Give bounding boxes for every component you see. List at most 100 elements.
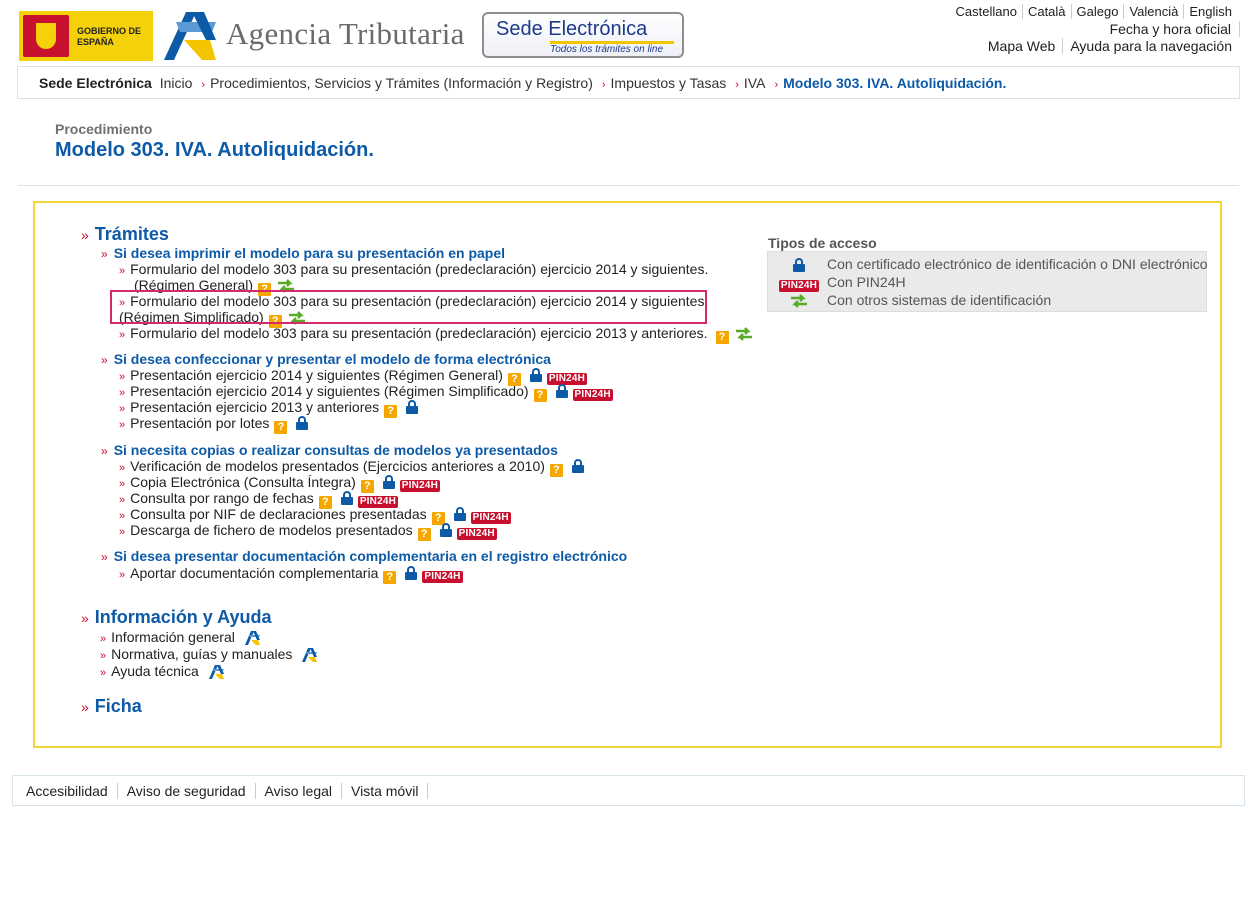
bullet-icon: » — [81, 699, 89, 715]
aeat-logo-icon[interactable] — [162, 10, 218, 62]
legend-icon-cell: PIN24H — [776, 274, 822, 292]
item-label: Presentación ejercicio 2013 y anteriores — [130, 399, 380, 415]
bullet-icon: » — [101, 550, 108, 564]
section-ficha[interactable]: » Ficha — [81, 696, 142, 717]
help-icon[interactable]: ? — [715, 331, 729, 344]
breadcrumb-separator-icon: › — [774, 79, 779, 91]
list-item-ayuda-tecnica[interactable]: » Ayuda técnica — [100, 663, 224, 681]
mapa-web-link[interactable]: Mapa Web — [980, 38, 1064, 54]
bullet-icon: » — [119, 526, 126, 538]
other-systems-icon[interactable] — [734, 327, 754, 341]
pin24h-badge[interactable]: PIN24H — [572, 389, 613, 401]
legend-label: Con PIN24H — [827, 274, 906, 290]
group-title-text: Si desea confeccionar y presentar el mod… — [113, 351, 551, 367]
bullet-icon: » — [119, 419, 126, 431]
bullet-icon: » — [119, 329, 126, 341]
lock-icon[interactable] — [405, 566, 418, 580]
site-footer: Accesibilidad Aviso de seguridad Aviso leg… — [12, 775, 1245, 806]
lock-icon[interactable] — [296, 416, 309, 430]
section-informacion-ayuda[interactable]: » Información y Ayuda — [81, 607, 272, 628]
breadcrumb-current: Modelo 303. IVA. Autoliquidación. — [783, 75, 1007, 91]
help-icon[interactable]: ? — [417, 528, 431, 541]
item-label: Información general — [111, 629, 235, 645]
lock-icon[interactable] — [571, 459, 584, 473]
highlight-box — [110, 290, 707, 324]
lock-icon[interactable] — [529, 368, 542, 382]
item-label: Consulta por NIF de declaraciones presen… — [130, 506, 427, 522]
breadcrumb-iva[interactable]: IVA — [744, 75, 766, 91]
item-label: Presentación ejercicio 2014 y siguientes… — [130, 367, 503, 383]
group-imprimir-title: » Si desea imprimir el modelo para su pre… — [101, 245, 505, 261]
help-icon[interactable]: ? — [383, 571, 397, 584]
breadcrumb-procedimientos[interactable]: Procedimientos, Servicios y Trámites (In… — [210, 75, 593, 91]
pin24h-badge[interactable]: PIN24H — [456, 528, 497, 540]
list-item-presentacion-lotes[interactable]: » Presentación por lotes? — [119, 415, 309, 434]
bullet-icon: » — [101, 353, 108, 367]
legend-icon-cell — [776, 256, 822, 272]
lock-icon[interactable] — [439, 523, 452, 537]
bullet-icon: » — [119, 478, 126, 490]
pin24h-badge[interactable]: PIN24H — [422, 571, 463, 583]
other-systems-icon — [791, 294, 807, 308]
list-item-aportar-documentacion[interactable]: » Aportar documentación complementaria? PI… — [119, 565, 463, 584]
item-label: Presentación ejercicio 2014 y siguientes… — [130, 383, 529, 399]
coat-of-arms-icon — [23, 15, 69, 57]
gobierno-label: GOBIERNO DE ESPAÑA — [77, 26, 142, 47]
page-kicker: Procedimiento — [55, 121, 153, 137]
lock-icon[interactable] — [340, 491, 353, 505]
item-label: Aportar documentación complementaria — [130, 565, 379, 581]
lang-galego[interactable]: Galego — [1071, 4, 1125, 19]
footer-vista-movil[interactable]: Vista móvil — [342, 783, 429, 799]
legend-icon-cell — [776, 292, 822, 308]
lock-icon[interactable] — [382, 475, 395, 489]
help-icon[interactable]: ? — [274, 421, 288, 434]
gobierno-logo[interactable]: GOBIERNO DE ESPAÑA — [19, 11, 153, 61]
help-icon[interactable]: ? — [384, 405, 398, 418]
lock-icon[interactable] — [453, 507, 466, 521]
tipos-acceso-title: Tipos de acceso — [768, 235, 877, 251]
legend-label: Con certificado electrónico de identific… — [827, 256, 1208, 272]
footer-aviso-legal[interactable]: Aviso legal — [255, 783, 342, 799]
item-label: Formulario del modelo 303 para su presen… — [130, 325, 708, 341]
item-label: Presentación por lotes — [130, 415, 270, 431]
sede-electronica-logo[interactable]: Sede Electrónica Todos los trámites on l… — [482, 12, 684, 58]
utility-links: Mapa Web Ayuda para la navegación — [980, 38, 1232, 54]
group-title-text: Si desea presentar documentación complem… — [113, 548, 628, 564]
group-documentacion-title: » Si desea presentar documentación comple… — [101, 548, 627, 564]
lang-castellano[interactable]: Castellano — [950, 4, 1023, 19]
agencia-title[interactable]: Agencia Tributaria — [226, 16, 465, 52]
item-label: Formulario del modelo 303 para su presen… — [130, 261, 709, 277]
help-icon[interactable]: ? — [533, 389, 547, 402]
help-icon[interactable]: ? — [549, 464, 563, 477]
bullet-icon: » — [119, 569, 126, 581]
lang-valencia[interactable]: Valencià — [1124, 4, 1185, 19]
fecha-hora-link[interactable]: Fecha y hora oficial — [1110, 21, 1240, 37]
aeat-mini-icon — [302, 648, 318, 662]
footer-aviso-seguridad[interactable]: Aviso de seguridad — [117, 783, 256, 799]
breadcrumb-inicio[interactable]: Inicio — [160, 75, 193, 91]
list-item-informacion-general[interactable]: » Información general — [100, 629, 260, 647]
lang-english[interactable]: English — [1184, 4, 1232, 19]
list-item-descarga-fichero[interactable]: » Descarga de fichero de modelos presenta… — [119, 522, 497, 541]
breadcrumb-impuestos[interactable]: Impuestos y Tasas — [611, 75, 727, 91]
bullet-icon: » — [100, 650, 107, 662]
group-electronica-title: » Si desea confeccionar y presentar el mo… — [101, 351, 551, 367]
bullet-icon: » — [119, 494, 126, 506]
section-tramites[interactable]: » Trámites — [81, 224, 169, 245]
ayuda-navegacion-link[interactable]: Ayuda para la navegación — [1063, 38, 1232, 54]
lang-catala[interactable]: Català — [1022, 4, 1072, 19]
footer-accesibilidad[interactable]: Accesibilidad — [26, 783, 118, 799]
aeat-mini-icon — [208, 665, 224, 679]
list-item-normativa[interactable]: » Normativa, guías y manuales — [100, 646, 318, 664]
bullet-icon: » — [119, 462, 126, 474]
item-label: Consulta por rango de fechas — [130, 490, 314, 506]
list-item-formulario-2013[interactable]: » Formulario del modelo 303 para su prese… — [119, 325, 754, 344]
legend-label: Con otros sistemas de identificación — [827, 292, 1052, 308]
lock-icon[interactable] — [555, 384, 568, 398]
breadcrumb-separator-icon: › — [201, 79, 206, 91]
sede-title: Sede Electrónica — [496, 18, 648, 40]
legend-row-pin24h: PIN24H Con PIN24H — [768, 274, 1206, 292]
pin24h-badge[interactable]: PIN24H — [399, 480, 441, 492]
bullet-icon: » — [119, 265, 126, 277]
lock-icon[interactable] — [406, 400, 419, 414]
